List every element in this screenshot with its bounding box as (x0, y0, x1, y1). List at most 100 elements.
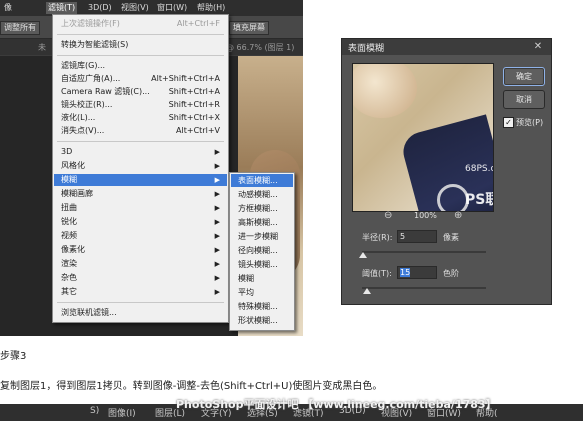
menu-item-label: 3D (61, 147, 73, 156)
dialog-titlebar[interactable]: 表面模糊 ✕ (342, 39, 551, 55)
submenu-arrow-icon: ▶ (214, 148, 220, 156)
menu-3d[interactable]: 3D(D) (88, 2, 112, 14)
menu-item-label: 浏览联机滤镜... (61, 308, 117, 317)
menu-item-label: 扭曲 (61, 203, 77, 212)
menu-item-label: 渲染 (61, 259, 77, 268)
menu-separator (57, 34, 224, 35)
submenu-item-radial-blur[interactable]: 径向模糊... (231, 244, 293, 257)
submenu-arrow-icon: ▶ (214, 274, 220, 282)
menu-item-label: 杂色 (61, 273, 77, 282)
radius-slider-thumb[interactable] (359, 252, 367, 258)
menu-item-other[interactable]: 其它 ▶ (61, 286, 220, 298)
step-description: 复制图层1，得到图层1拷贝。转到图像-调整-去色(Shift+Ctrl+U)使图… (0, 381, 383, 392)
tab-title-left[interactable]: 未 (38, 42, 46, 53)
menu-item-shortcut: Shift+Ctrl+A (168, 87, 220, 96)
menu-item-shortcut: Alt+Ctrl+F (176, 19, 220, 28)
submenu-item-gaussian-blur[interactable]: 高斯模糊... (231, 216, 293, 229)
step-heading: 步骤3 (0, 351, 27, 362)
submenu-item-smart-blur[interactable]: 特殊模糊... (231, 300, 293, 313)
radius-input[interactable]: 5 (397, 230, 437, 243)
menu-item-sharpen[interactable]: 锐化 ▶ (61, 216, 220, 228)
submenu-arrow-icon: ▶ (214, 204, 220, 212)
menu-item-noise[interactable]: 杂色 ▶ (61, 272, 220, 284)
menu-help[interactable]: 帮助(H) (197, 2, 225, 14)
threshold-input[interactable]: 15 (397, 266, 437, 279)
radius-slider-track[interactable] (362, 251, 486, 253)
menu-item-camera-raw[interactable]: Camera Raw 滤镜(C)... Shift+Ctrl+A (61, 86, 220, 98)
submenu-arrow-icon: ▶ (214, 246, 220, 254)
bottom-menu-item: S) (90, 406, 100, 416)
cancel-button[interactable]: 取消 (503, 90, 545, 109)
submenu-item-average[interactable]: 平均 (231, 286, 293, 299)
threshold-unit: 色阶 (443, 269, 459, 278)
forum-watermark: PhotoShop平面设计吧 【www.lineeg.com/tieba/178… (176, 398, 497, 411)
menu-item-label: 其它 (61, 287, 77, 296)
submenu-item-shape-blur[interactable]: 形状模糊... (231, 314, 293, 327)
menu-item-pixelate[interactable]: 像素化 ▶ (61, 244, 220, 256)
menu-item-label: 自适应广角(A)... (61, 74, 121, 83)
menu-item-blur[interactable]: 模糊 ▶ (54, 174, 227, 186)
submenu-arrow-icon: ▶ (214, 232, 220, 240)
menu-image[interactable]: 像 (4, 2, 12, 14)
menu-window[interactable]: 窗口(W) (157, 2, 187, 14)
menu-item-shortcut: Alt+Ctrl+V (176, 126, 220, 135)
submenu-arrow-icon: ▶ (214, 218, 220, 226)
submenu-arrow-icon: ▶ (214, 288, 220, 296)
menu-item-vanishing-point[interactable]: 消失点(V)... Alt+Ctrl+V (61, 125, 220, 137)
menu-item-last-filter[interactable]: 上次滤镜操作(F) Alt+Ctrl+F (61, 18, 220, 30)
surface-blur-dialog: 表面模糊 ✕ 68PS.com PS联盟 确定 取消 ✓ 预览(P) ⊖ 100… (341, 38, 552, 305)
zoom-level: 100% (414, 211, 437, 220)
menu-item-browse-online[interactable]: 浏览联机滤镜... (61, 307, 220, 319)
submenu-arrow-icon: ▶ (214, 162, 220, 170)
menu-item-convert-smart-filter[interactable]: 转换为智能滤镜(S) (61, 39, 220, 51)
menu-view[interactable]: 视图(V) (121, 2, 149, 14)
menu-item-3d[interactable]: 3D ▶ (61, 146, 220, 158)
menu-item-label: 转换为智能滤镜(S) (61, 40, 129, 49)
submenu-item-box-blur[interactable]: 方框模糊... (231, 202, 293, 215)
submenu-item-blur-more[interactable]: 进一步模糊 (231, 230, 293, 243)
all-windows-button[interactable]: 调整所有 (0, 21, 40, 35)
threshold-slider-thumb[interactable] (363, 288, 371, 294)
menu-item-label: 视频 (61, 231, 77, 240)
menu-item-label: 液化(L)... (61, 113, 96, 122)
close-icon[interactable]: ✕ (532, 41, 544, 53)
menu-item-label: 锐化 (61, 217, 77, 226)
menu-item-liquify[interactable]: 液化(L)... Shift+Ctrl+X (61, 112, 220, 124)
preview-label: 预览(P) (516, 118, 544, 127)
menu-separator (57, 55, 224, 56)
ok-button[interactable]: 确定 (503, 67, 545, 86)
menu-item-stylize[interactable]: 风格化 ▶ (61, 160, 220, 172)
submenu-item-surface-blur[interactable]: 表面模糊... (231, 174, 293, 187)
radius-unit: 像素 (443, 233, 459, 242)
filter-preview[interactable]: 68PS.com PS联盟 (352, 63, 494, 212)
zoom-out-icon[interactable]: ⊖ (384, 210, 392, 221)
tab-title[interactable]: @ 66.7% (图层 1) (226, 42, 294, 53)
submenu-item-motion-blur[interactable]: 动感模糊... (231, 188, 293, 201)
menu-filter[interactable]: 滤镜(T) (46, 2, 78, 14)
menu-item-lens-correction[interactable]: 镜头校正(R)... Shift+Ctrl+R (61, 99, 220, 111)
menu-item-distort[interactable]: 扭曲 ▶ (61, 202, 220, 214)
preview-checkbox[interactable]: ✓ (503, 117, 514, 128)
threshold-slider-track[interactable] (362, 287, 486, 289)
radius-label: 半径(R): (362, 233, 393, 242)
menu-item-label: 模糊画廊 (61, 189, 93, 198)
menu-item-label: 像素化 (61, 245, 85, 254)
filter-menu: 上次滤镜操作(F) Alt+Ctrl+F 转换为智能滤镜(S) 滤镜库(G)..… (52, 14, 229, 323)
photoshop-screenshot: 像 滤镜(T) 3D(D) 视图(V) 窗口(W) 帮助(H) 调整所有 填充屏… (0, 0, 303, 336)
watermark-brand: PS联盟 (465, 192, 493, 208)
bottom-menu-item: 图像(I) (108, 409, 136, 419)
menu-separator (57, 141, 224, 142)
zoom-in-icon[interactable]: ⊕ (454, 210, 462, 221)
watermark-site: 68PS.com (465, 164, 493, 174)
submenu-item-blur[interactable]: 模糊 (231, 272, 293, 285)
fill-screen-button[interactable]: 填充屏幕 (229, 21, 269, 35)
menu-item-render[interactable]: 渲染 ▶ (61, 258, 220, 270)
menu-item-filter-gallery[interactable]: 滤镜库(G)... (61, 60, 220, 72)
submenu-item-lens-blur[interactable]: 镜头模糊... (231, 258, 293, 271)
menu-item-video[interactable]: 视频 ▶ (61, 230, 220, 242)
menu-item-label: 镜头校正(R)... (61, 100, 113, 109)
dialog-title: 表面模糊 (348, 44, 385, 54)
menu-item-blur-gallery[interactable]: 模糊画廊 ▶ (61, 188, 220, 200)
menu-item-adaptive-wide-angle[interactable]: 自适应广角(A)... Alt+Shift+Ctrl+A (61, 73, 220, 85)
menu-item-shortcut: Shift+Ctrl+R (168, 100, 220, 109)
